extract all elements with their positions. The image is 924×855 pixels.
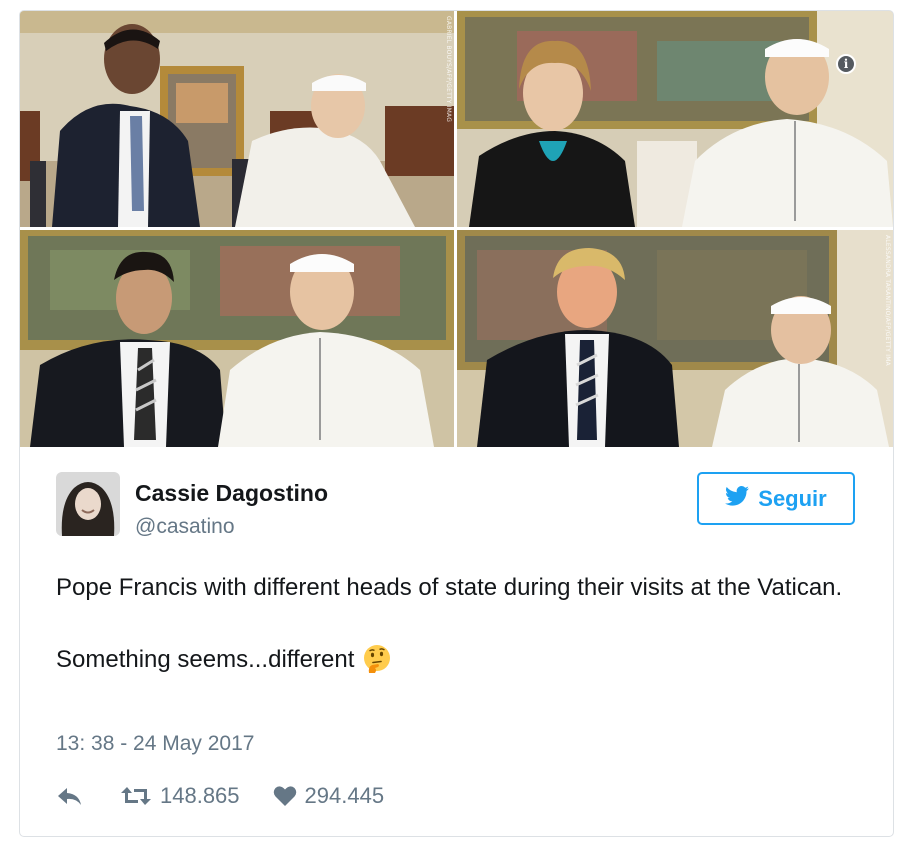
photo-bottom-left[interactable] <box>20 230 454 447</box>
tweet-text-paragraph-2: Something seems...different <box>56 641 856 684</box>
tweet-text-line-2: Something seems...different <box>56 646 355 673</box>
twitter-bird-icon <box>725 485 750 512</box>
author-name[interactable]: Cassie Dagostino <box>135 480 328 507</box>
like-count: 294.445 <box>304 783 385 808</box>
tweet-actions: 148.865 294.445 <box>56 781 384 811</box>
retweet-count: 148.865 <box>160 783 240 808</box>
photo-grid[interactable]: GABRIEL BOUYS/AFP/GETTY IMAG ALESSANDRA … <box>20 11 893 447</box>
photo-top-left[interactable]: GABRIEL BOUYS/AFP/GETTY IMAG <box>20 11 454 227</box>
tweet-timestamp[interactable]: 13: 38 - 24 May 2017 <box>56 732 254 756</box>
tweet-text: Pope Francis with different heads of sta… <box>56 569 856 684</box>
reply-button[interactable] <box>56 786 82 806</box>
thinking-face-icon <box>362 643 392 684</box>
tweet-text-paragraph-1: Pope Francis with different heads of sta… <box>56 574 843 601</box>
heart-icon <box>273 785 297 807</box>
retweet-button[interactable]: 148.865 <box>120 783 240 809</box>
tweet-card: GABRIEL BOUYS/AFP/GETTY IMAG ALESSANDRA … <box>19 10 894 837</box>
retweet-icon <box>120 785 152 807</box>
follow-button[interactable]: Seguir <box>697 472 855 525</box>
info-icon[interactable]: i <box>836 54 856 74</box>
follow-label: Seguir <box>758 485 827 511</box>
avatar[interactable] <box>56 472 120 536</box>
photo-bottom-right[interactable]: ALESSANDRA TARANTINO/AFP/GETTY IMA <box>457 230 893 447</box>
reply-icon <box>56 786 82 806</box>
photo-credit-top-left: GABRIEL BOUYS/AFP/GETTY IMAG <box>445 16 452 123</box>
author-handle[interactable]: @casatino <box>135 515 235 539</box>
like-button[interactable]: 294.445 <box>273 783 385 809</box>
photo-credit-bottom-right: ALESSANDRA TARANTINO/AFP/GETTY IMA <box>884 235 891 366</box>
photo-top-right[interactable] <box>457 11 893 227</box>
